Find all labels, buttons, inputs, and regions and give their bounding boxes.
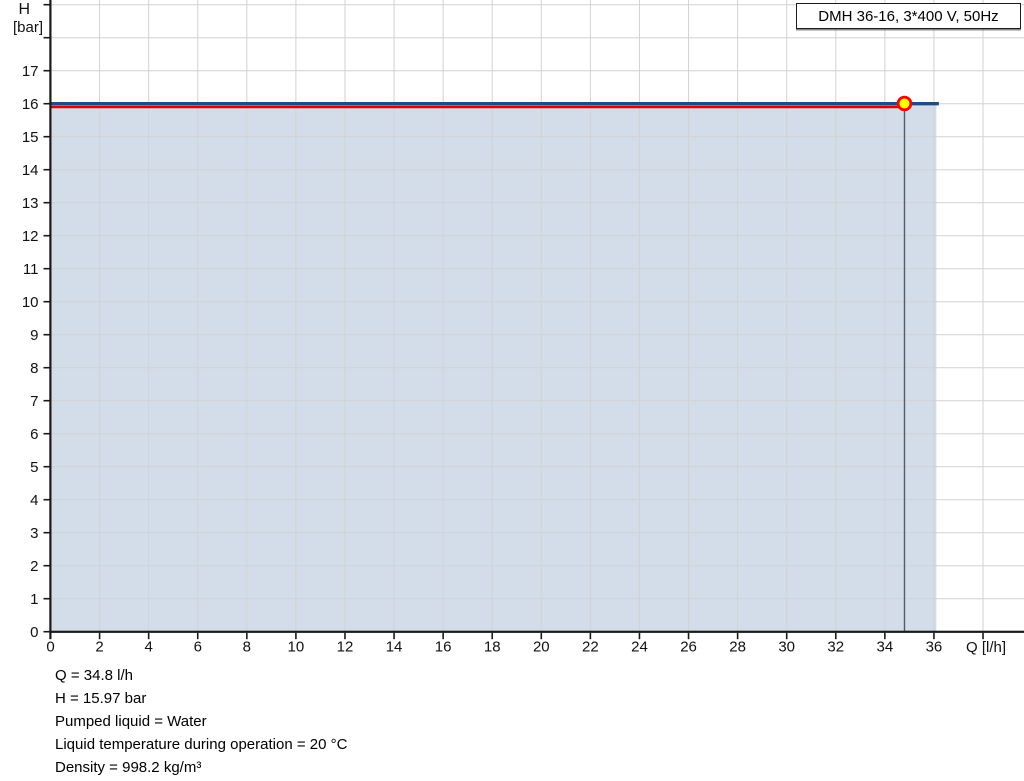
y-tick-label: 5 <box>30 459 38 476</box>
y-tick-mark <box>43 432 51 435</box>
y-tick-mark <box>43 399 51 402</box>
y-tick-mark <box>43 333 51 336</box>
info-line-h: H = 15.97 bar <box>55 690 147 707</box>
y-tick-label: 16 <box>22 96 39 113</box>
info-line-density: Density = 998.2 kg/m³ <box>55 759 202 776</box>
x-tick-label: 20 <box>533 639 550 656</box>
x-tick-label: 16 <box>435 639 452 656</box>
legend-label: DMH 36-16, 3*400 V, 50Hz <box>818 7 999 25</box>
x-tick-label: 12 <box>337 639 354 656</box>
y-tick-label: 8 <box>30 360 38 377</box>
y-tick-mark <box>43 168 51 171</box>
x-tick-label: 6 <box>194 639 202 656</box>
x-tick-label: 8 <box>243 639 251 656</box>
x-tick-label: 28 <box>729 639 746 656</box>
y-tick-mark <box>43 267 51 270</box>
y-tick-mark <box>43 597 51 600</box>
y-tick-mark <box>43 531 51 534</box>
pump-curve-chart[interactable]: 0 2 4 6 8 10 12 14 16 18 20 22 24 26 28 30 32 34 360123456… <box>0 0 1024 660</box>
y-tick-mark <box>43 36 51 39</box>
x-tick-label: 34 <box>877 639 894 656</box>
y-tick-mark <box>43 234 51 237</box>
y-tick-label: 17 <box>22 63 39 80</box>
y-tick-mark <box>43 135 51 138</box>
y-tick-label: 4 <box>30 492 38 509</box>
info-line-q: Q = 34.8 l/h <box>55 667 133 684</box>
x-tick-label: 26 <box>680 639 697 656</box>
y-tick-mark <box>43 366 51 369</box>
x-tick-label: 22 <box>582 639 599 656</box>
y-tick-mark <box>43 3 51 6</box>
x-tick-label: 18 <box>484 639 501 656</box>
x-tick-label: 24 <box>631 639 648 656</box>
duty-info-block: Q = 34.8 l/h H = 15.97 bar Pumped liquid… <box>55 664 347 779</box>
y-tick-label: 10 <box>22 294 39 311</box>
duty-point-marker[interactable] <box>896 95 913 112</box>
curve-legend: DMH 36-16, 3*400 V, 50Hz <box>796 3 1021 29</box>
x-tick-label: 36 <box>926 639 943 656</box>
x-tick-label: 10 <box>288 639 305 656</box>
y-tick-label: 13 <box>22 195 39 212</box>
y-axis-line <box>49 0 52 639</box>
y-tick-label: 6 <box>30 426 38 443</box>
y-tick-label: 7 <box>30 393 38 410</box>
x-tick-label: 2 <box>95 639 103 656</box>
x-tick-label: 4 <box>144 639 152 656</box>
y-tick-mark <box>43 300 51 303</box>
x-tick-label: 32 <box>827 639 844 656</box>
y-tick-mark <box>43 465 51 468</box>
y-tick-mark <box>43 69 51 72</box>
y-tick-label: 14 <box>22 162 39 179</box>
y-tick-label: 15 <box>22 129 39 146</box>
info-line-temperature: Liquid temperature during operation = 20… <box>55 736 348 753</box>
y-tick-label: 9 <box>30 327 38 344</box>
y-tick-label: 2 <box>30 558 38 575</box>
x-axis-unit-label: Q [l/h] <box>966 639 1007 656</box>
y-tick-label: 12 <box>22 228 39 245</box>
y-tick-mark <box>43 102 51 105</box>
y-tick-label: 3 <box>30 525 38 542</box>
y-tick-label: 1 <box>30 591 38 608</box>
x-tick-label: 0 <box>46 639 54 656</box>
x-axis-line <box>49 630 1024 633</box>
y-tick-mark <box>43 201 51 204</box>
y-tick-mark <box>43 564 51 567</box>
y-tick-mark <box>43 498 51 501</box>
y-tick-mark <box>43 630 51 633</box>
pump-curve-page: H [bar] 0 2 4 6 8 10 12 14 16 18 20 22 24 26 28 30 32 34 3… <box>0 0 1024 781</box>
x-tick-label: 14 <box>386 639 403 656</box>
info-line-liquid: Pumped liquid = Water <box>55 713 207 730</box>
x-tick-label: 30 <box>778 639 795 656</box>
y-tick-label: 11 <box>23 261 39 278</box>
y-tick-label: 0 <box>30 624 38 641</box>
